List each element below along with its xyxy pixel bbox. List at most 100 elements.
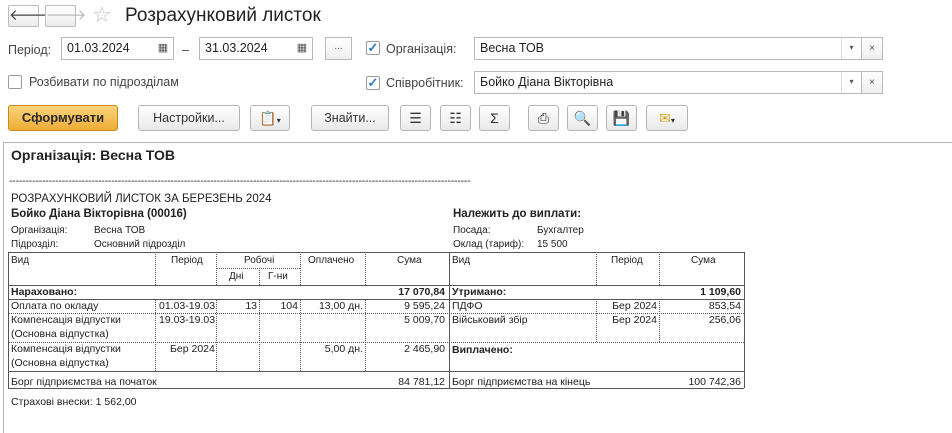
- variants-button[interactable]: 📋▾: [250, 105, 290, 131]
- settings-button[interactable]: Настройки...: [138, 105, 240, 131]
- collapse-groups-button[interactable]: ☷: [440, 105, 471, 131]
- envelope-icon: ✉: [659, 110, 671, 126]
- col-sum2: Сума: [691, 255, 716, 266]
- accrual-period: 19.03-19.03: [159, 314, 216, 326]
- accrual-paid: 5,00 дн.: [324, 343, 363, 355]
- arrow-left-icon: 🡐: [9, 7, 50, 24]
- date-from-field[interactable]: 01.03.2024 ▦: [61, 37, 174, 60]
- debt-end-label: Борг підприємства на кінець: [452, 376, 591, 388]
- col-hours: Г-ни: [268, 271, 288, 282]
- accrued-label: Нараховано:: [11, 286, 78, 298]
- close-icon: ×: [869, 77, 875, 88]
- dropdown-arrow-icon[interactable]: ▾: [841, 38, 861, 59]
- accrual-kind: Компенсація відпустки: [11, 314, 121, 326]
- payable-label: Належить до виплати:: [453, 208, 582, 220]
- withheld-total: 1 109,60: [700, 286, 741, 298]
- organization-value: Весна ТОВ: [480, 41, 545, 55]
- deduction-sum: 853,54: [708, 300, 741, 312]
- forward-button[interactable]: 🡒: [45, 5, 86, 27]
- employee-name: Бойко Діана Вікторівна (00016): [11, 208, 187, 220]
- dropdown-arrow-icon[interactable]: ▾: [841, 72, 861, 93]
- organization-label: Організація:: [386, 42, 457, 56]
- checkmark-icon: ✓: [367, 75, 379, 90]
- print-button[interactable]: ⎙: [528, 105, 559, 131]
- withheld-label: Утримано:: [452, 286, 507, 298]
- preview-button[interactable]: 🔍: [567, 105, 598, 131]
- accrual-kind-detail: (Основна відпустка): [11, 328, 109, 340]
- date-to-field[interactable]: 31.03.2024 ▦: [199, 37, 313, 60]
- employee-checkbox[interactable]: ✓: [366, 76, 380, 90]
- clear-employee-button[interactable]: ×: [861, 71, 883, 94]
- debt-start-label: Борг підприємства на початок: [11, 376, 157, 388]
- find-button[interactable]: Знайти...: [311, 105, 389, 131]
- clipboard-icon: 📋: [259, 110, 277, 126]
- accrual-sum: 2 465,90: [404, 343, 445, 355]
- date-from-value: 01.03.2024: [67, 41, 130, 55]
- deduction-kind: Військовий збір: [452, 314, 528, 326]
- debt-start-value: 84 781,12: [398, 376, 445, 388]
- period-select-button[interactable]: ...: [325, 37, 352, 60]
- employee-label: Співробітник:: [386, 76, 464, 90]
- col-kind2: Вид: [452, 255, 471, 266]
- back-button[interactable]: 🡐: [8, 5, 49, 27]
- col-paid: Оплачено: [308, 255, 355, 266]
- expand-groups-button[interactable]: ☰: [400, 105, 431, 131]
- position-value: Бухгалтер: [537, 225, 584, 236]
- accrual-kind: Оплата по окладу: [11, 300, 99, 312]
- accrual-period: Бер 2024: [170, 343, 215, 355]
- paid-label: Виплачено:: [452, 344, 513, 356]
- accrual-paid: 13,00 дн.: [318, 300, 363, 312]
- accrual-kind: Компенсація відпустки: [11, 343, 121, 355]
- employee-value: Бойко Діана Вікторівна: [480, 75, 614, 89]
- debt-end-value: 100 742,36: [688, 376, 741, 388]
- close-icon: ×: [869, 43, 875, 54]
- expand-list-icon: ☰: [409, 110, 422, 126]
- dept-label: Підрозділ:: [11, 239, 59, 250]
- period-label: Період:: [8, 43, 52, 57]
- accrual-hours: 104: [280, 300, 298, 312]
- arrow-right-icon: 🡒: [46, 7, 87, 24]
- save-button[interactable]: 💾: [606, 105, 637, 131]
- dept-value: Основний підрозділ: [94, 239, 186, 250]
- org-value: Весна ТОВ: [94, 225, 146, 236]
- favorite-star-icon[interactable]: ☆: [92, 3, 112, 27]
- employee-field[interactable]: Бойко Діана Вікторівна ▾: [474, 71, 862, 94]
- checkmark-icon: ✓: [367, 40, 379, 55]
- page-title: Розрахунковий листок: [125, 5, 321, 26]
- calendar-icon[interactable]: ▦: [153, 38, 173, 59]
- print-preview-icon: 🔍: [573, 110, 592, 126]
- col-working: Робочі: [244, 255, 275, 266]
- col-days: Дні: [229, 271, 244, 282]
- accrual-kind-detail: (Основна відпустка): [11, 357, 109, 369]
- org-label: Організація:: [11, 225, 68, 236]
- deduction-sum: 256,06: [708, 314, 741, 326]
- insurance-contributions: Страхові внески: 1 562,00: [11, 396, 137, 408]
- dropdown-arrow-icon: ▾: [670, 116, 675, 125]
- sum-button[interactable]: Σ: [479, 105, 510, 131]
- report-org-header: Організація: Весна ТОВ: [11, 147, 176, 163]
- report-title: РОЗРАХУНКОВИЙ ЛИСТОК ЗА БЕРЕЗЕНЬ 2024: [11, 193, 272, 205]
- organization-field[interactable]: Весна ТОВ ▾: [474, 37, 862, 60]
- send-email-button[interactable]: ✉▾: [646, 105, 688, 131]
- generate-button[interactable]: Сформувати: [8, 105, 118, 131]
- dropdown-arrow-icon: ▾: [276, 116, 281, 125]
- salary-value: 15 500: [537, 239, 568, 250]
- collapse-list-icon: ☷: [449, 110, 462, 126]
- deduction-period: Бер 2024: [612, 300, 657, 312]
- date-separator: –: [182, 43, 189, 57]
- split-by-departments-label: Розбивати по підрозділам: [29, 75, 179, 89]
- report-area[interactable]: Організація: Весна ТОВ -----------------…: [3, 142, 952, 433]
- printer-icon: ⎙: [537, 110, 550, 126]
- accrual-sum: 9 595,24: [404, 300, 445, 312]
- split-by-departments-checkbox[interactable]: [8, 75, 22, 89]
- clear-organization-button[interactable]: ×: [861, 37, 883, 60]
- accrual-sum: 5 009,70: [404, 314, 445, 326]
- floppy-disk-icon: 💾: [612, 110, 631, 126]
- organization-checkbox[interactable]: ✓: [366, 41, 380, 55]
- position-label: Посада:: [453, 225, 491, 236]
- col-period2: Період: [611, 255, 643, 266]
- accrual-days: 13: [245, 300, 257, 312]
- col-kind: Вид: [11, 255, 30, 266]
- accrued-total: 17 070,84: [398, 286, 445, 298]
- calendar-icon[interactable]: ▦: [292, 38, 312, 59]
